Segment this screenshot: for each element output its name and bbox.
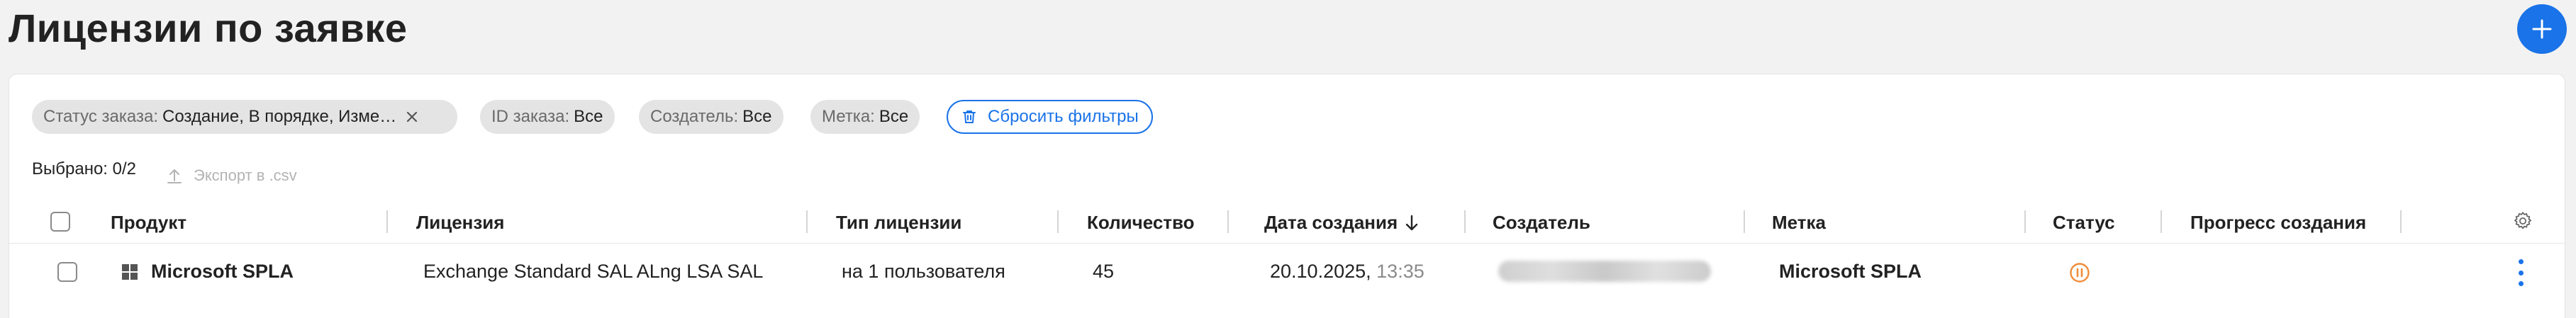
export-csv-button[interactable]: Экспорт в .csv bbox=[165, 166, 297, 185]
trash-icon bbox=[963, 110, 976, 123]
content-card: Статус заказа: Создание, В порядке, Изме… bbox=[9, 74, 2565, 318]
column-header-quantity[interactable]: Количество bbox=[1087, 212, 1195, 234]
selection-count: Выбрано: 0/2 bbox=[32, 159, 136, 178]
column-divider bbox=[386, 210, 388, 233]
plus-icon bbox=[2532, 19, 2552, 39]
column-header-status[interactable]: Статус bbox=[2053, 212, 2115, 234]
column-header-product[interactable]: Продукт bbox=[111, 212, 186, 234]
column-divider bbox=[2160, 210, 2162, 233]
column-divider bbox=[2400, 210, 2402, 233]
export-csv-label: Экспорт в .csv bbox=[194, 166, 297, 184]
chip-value: Все bbox=[879, 107, 909, 126]
row-menu-button[interactable] bbox=[2517, 259, 2524, 286]
chip-key: Создатель: bbox=[650, 107, 739, 126]
filter-chip-order-id[interactable]: ID заказа: Все bbox=[480, 100, 615, 134]
chip-key: Статус заказа: bbox=[43, 107, 159, 126]
creator-redacted bbox=[1498, 261, 1711, 282]
chip-remove-button[interactable] bbox=[405, 110, 419, 124]
column-header-creator[interactable]: Создатель bbox=[1493, 212, 1590, 234]
quantity-cell: 45 bbox=[1093, 261, 1115, 282]
product-cell: Microsoft SPLA bbox=[121, 261, 294, 283]
column-divider bbox=[1464, 210, 1466, 233]
product-name: Microsoft SPLA bbox=[151, 261, 294, 282]
gear-icon bbox=[2514, 212, 2531, 229]
license-cell: Exchange Standard SAL ALng LSA SAL bbox=[423, 261, 764, 282]
chip-key: Метка: bbox=[822, 107, 875, 126]
license-type-cell: на 1 пользователя bbox=[842, 261, 1005, 282]
column-header-created-date-label: Дата создания bbox=[1264, 212, 1398, 233]
chip-value: Все bbox=[574, 107, 603, 126]
add-button[interactable] bbox=[2517, 4, 2567, 54]
table-row[interactable]: Microsoft SPLA Exchange Standard SAL ALn… bbox=[9, 244, 2565, 300]
row-checkbox[interactable] bbox=[57, 262, 77, 282]
table-header: Продукт Лицензия Тип лицензии Количество… bbox=[9, 200, 2565, 244]
page-title: Лицензии по заявке bbox=[9, 6, 408, 50]
filter-chip-creator[interactable]: Создатель: Все bbox=[639, 100, 784, 134]
tag-cell: Microsoft SPLA bbox=[1779, 261, 1922, 282]
more-vertical-icon bbox=[2518, 259, 2524, 264]
close-icon bbox=[407, 111, 418, 123]
column-divider bbox=[2024, 210, 2026, 233]
created-date: 20.10.2025, bbox=[1270, 261, 1371, 282]
column-header-created-date[interactable]: Дата создания bbox=[1264, 212, 1420, 234]
filter-chip-tag[interactable]: Метка: Все bbox=[810, 100, 920, 134]
filter-chip-order-status[interactable]: Статус заказа: Создание, В порядке, Изме… bbox=[32, 100, 457, 134]
column-header-progress[interactable]: Прогресс создания bbox=[2190, 212, 2366, 234]
column-header-tag[interactable]: Метка bbox=[1772, 212, 1826, 234]
created-date-cell: 20.10.2025, 13:35 bbox=[1270, 261, 1424, 283]
column-divider bbox=[1057, 210, 1059, 233]
column-header-license[interactable]: Лицензия bbox=[416, 212, 504, 234]
column-divider bbox=[1744, 210, 1745, 233]
chip-key: ID заказа: bbox=[491, 107, 570, 126]
chip-value: Создание, В порядке, Изме… bbox=[162, 107, 397, 126]
column-divider bbox=[806, 210, 808, 233]
reset-filters-button[interactable]: Сбросить фильтры bbox=[947, 100, 1153, 134]
table-settings-button[interactable] bbox=[2512, 210, 2533, 237]
arrow-down-icon bbox=[1405, 215, 1418, 230]
column-header-license-type[interactable]: Тип лицензии bbox=[836, 212, 961, 234]
column-divider bbox=[1227, 210, 1229, 233]
created-time: 13:35 bbox=[1376, 261, 1424, 282]
status-cell bbox=[2069, 262, 2090, 288]
pause-circle-icon bbox=[2070, 263, 2090, 283]
select-all-checkbox[interactable] bbox=[50, 212, 70, 232]
reset-filters-label: Сбросить фильтры bbox=[988, 107, 1139, 126]
upload-icon bbox=[167, 169, 182, 183]
chip-value: Все bbox=[742, 107, 772, 126]
windows-logo-icon bbox=[122, 263, 138, 280]
